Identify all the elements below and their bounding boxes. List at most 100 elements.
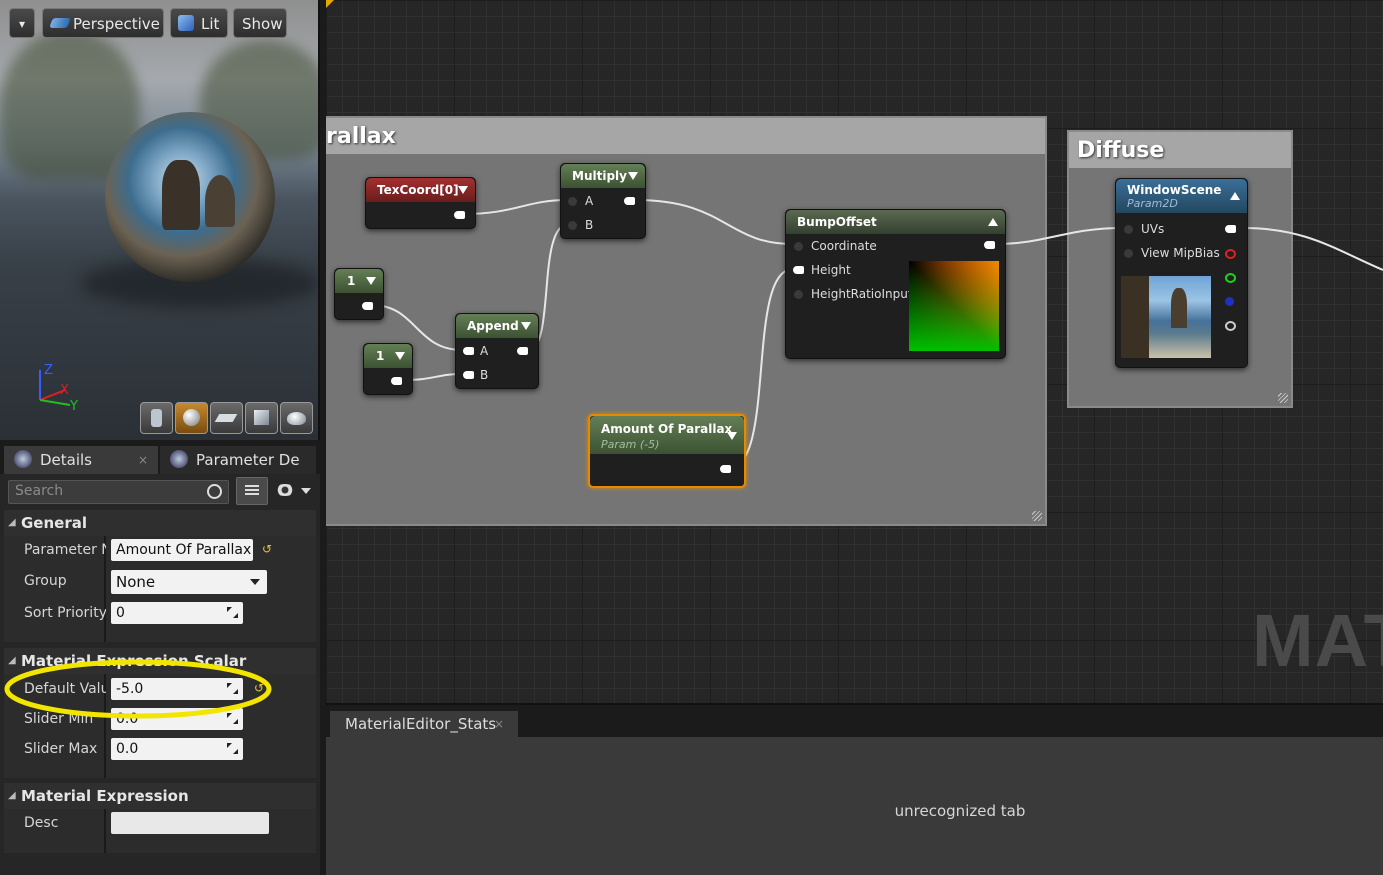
sort-priority-field[interactable]: 0 xyxy=(111,602,243,624)
stats-tab-label: MaterialEditor_Stats xyxy=(345,715,497,733)
collapse-icon[interactable] xyxy=(521,322,531,330)
input-pin-uvs[interactable] xyxy=(1124,225,1133,234)
input-pin-mipbias[interactable] xyxy=(1124,249,1133,258)
magnifier-icon xyxy=(170,450,188,468)
parameter-name-label: Parameter N xyxy=(24,542,106,558)
node-texcoord[interactable]: TexCoord[0] xyxy=(365,177,476,229)
node-amount-of-parallax[interactable]: Amount Of Parallax Param (-5) xyxy=(588,414,746,488)
input-pin-b[interactable] xyxy=(463,371,474,379)
node-constant-label: 1 xyxy=(347,274,356,288)
tab-close-icon[interactable]: × xyxy=(494,711,504,737)
group-row: Group None xyxy=(4,566,316,598)
collapse-icon[interactable] xyxy=(1230,192,1240,200)
pin-uvs-label: UVs xyxy=(1141,222,1165,236)
search-input[interactable]: Search xyxy=(8,480,229,504)
input-pin-a[interactable] xyxy=(568,197,577,206)
preview-viewport[interactable]: ▾ Perspective Lit Show Z X Y xyxy=(0,0,320,440)
lit-button[interactable]: Lit xyxy=(170,8,228,38)
cube-icon[interactable] xyxy=(245,402,278,434)
output-pin[interactable] xyxy=(720,465,731,473)
perspective-label: Perspective xyxy=(73,15,160,33)
section-material-expression[interactable]: Material Expression xyxy=(4,783,316,809)
output-pin-blue[interactable] xyxy=(1225,297,1234,306)
collapse-icon[interactable] xyxy=(395,352,405,360)
sort-priority-label: Sort Priority xyxy=(24,605,106,621)
tab-parameter-defaults[interactable]: Parameter De xyxy=(160,446,316,474)
output-pin[interactable] xyxy=(362,302,373,310)
slider-max-field[interactable]: 0.0 xyxy=(111,738,243,760)
input-pin-height[interactable] xyxy=(793,266,804,274)
parameter-name-field[interactable]: Amount Of Parallax xyxy=(111,539,253,561)
collapse-icon[interactable] xyxy=(988,218,998,226)
lit-label: Lit xyxy=(201,15,220,33)
sphere-reflection-rock xyxy=(205,175,235,227)
perspective-button[interactable]: Perspective xyxy=(42,8,164,38)
collapse-icon[interactable] xyxy=(628,172,638,180)
node-windowscene[interactable]: WindowScene Param2D UVs View MipBias xyxy=(1115,178,1248,368)
tab-close-icon[interactable]: × xyxy=(138,446,148,474)
spin-arrows-icon xyxy=(227,743,238,754)
node-constant-1[interactable]: 1 xyxy=(334,268,384,320)
pin-height-label: Height xyxy=(811,263,851,277)
input-pin-b[interactable] xyxy=(568,221,577,230)
group-dropdown[interactable]: None xyxy=(111,570,267,594)
texture-rock xyxy=(1121,276,1149,358)
eye-icon[interactable] xyxy=(274,484,296,496)
tab-details[interactable]: Details × xyxy=(4,446,158,474)
texture-rock xyxy=(1171,288,1187,328)
node-texcoord-label: TexCoord[0] xyxy=(377,183,459,197)
node-append-title: Append xyxy=(456,314,538,338)
lit-cube-icon xyxy=(178,15,194,31)
output-pin[interactable] xyxy=(454,211,465,219)
input-pin-height-ratio[interactable] xyxy=(794,290,803,299)
teapot-icon[interactable] xyxy=(280,402,313,434)
output-pin[interactable] xyxy=(517,347,528,355)
search-icon xyxy=(207,484,222,499)
node-constant-1[interactable]: 1 xyxy=(363,343,413,395)
visibility-dropdown-icon[interactable] xyxy=(301,488,311,494)
group-label: Group xyxy=(24,573,67,589)
tab-material-editor-stats[interactable]: MaterialEditor_Stats × xyxy=(330,711,518,737)
collapse-icon[interactable] xyxy=(458,186,468,194)
output-pin-red[interactable] xyxy=(1225,249,1236,259)
node-append[interactable]: Append A B xyxy=(455,313,539,389)
desc-field[interactable] xyxy=(111,812,269,834)
cylinder-icon[interactable] xyxy=(140,402,173,434)
pin-b-label: B xyxy=(480,368,489,382)
input-pin-coordinate[interactable] xyxy=(794,242,803,251)
collapse-icon[interactable] xyxy=(366,277,376,285)
output-pin-rgb[interactable] xyxy=(1225,225,1236,233)
output-pin-green[interactable] xyxy=(1225,273,1236,283)
axis-y-label: Y xyxy=(69,399,78,414)
desc-row: Desc xyxy=(4,808,316,840)
node-append-label: Append xyxy=(467,319,519,333)
output-pin[interactable] xyxy=(391,377,402,385)
property-matrix-button[interactable] xyxy=(236,477,268,505)
output-pin-alpha[interactable] xyxy=(1225,321,1236,331)
node-bumpoffset[interactable]: BumpOffset Coordinate Height HeightRatio… xyxy=(785,209,1006,359)
parameter-name-row: Parameter N Amount Of Parallax ↺ xyxy=(4,535,316,567)
node-multiply[interactable]: Multiply A B xyxy=(560,163,646,239)
node-amount-title: Amount Of Parallax Param (-5) xyxy=(590,416,744,454)
section-general-title: General xyxy=(21,514,87,532)
chevron-down-icon: ▾ xyxy=(18,17,26,31)
details-panel: Details × Parameter De Search General Pa… xyxy=(0,440,320,875)
plane-icon[interactable] xyxy=(210,402,243,434)
node-bumpoffset-title: BumpOffset xyxy=(786,210,1005,234)
material-graph[interactable]: MAT rallax Diffuse TexCoord[0] Multiply … xyxy=(326,0,1383,705)
desc-label: Desc xyxy=(24,815,59,831)
slider-max-value: 0.0 xyxy=(116,741,139,757)
input-pin-a[interactable] xyxy=(463,347,474,355)
node-constant-label: 1 xyxy=(376,349,385,363)
sphere-icon[interactable] xyxy=(175,402,208,434)
viewport-menu-button[interactable]: ▾ xyxy=(9,8,35,38)
show-button[interactable]: Show xyxy=(233,8,287,38)
node-constant-title: 1 xyxy=(335,269,383,293)
output-pin[interactable] xyxy=(624,197,635,205)
collapse-icon[interactable] xyxy=(727,432,737,440)
output-pin[interactable] xyxy=(984,241,995,249)
reset-to-default-icon[interactable]: ↺ xyxy=(262,542,272,556)
section-general[interactable]: General xyxy=(4,510,316,536)
node-bumpoffset-label: BumpOffset xyxy=(797,215,877,229)
sort-priority-row: Sort Priority 0 xyxy=(4,598,316,630)
